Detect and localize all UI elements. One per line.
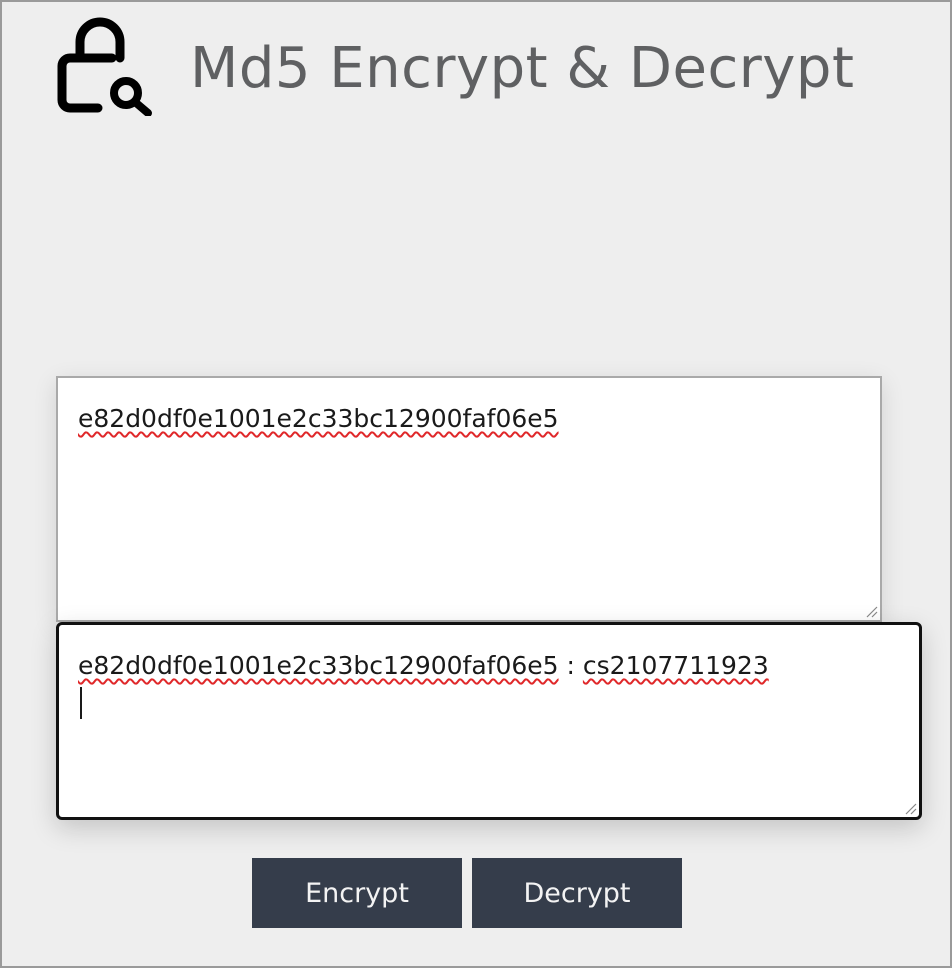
input-textarea[interactable]: e82d0df0e1001e2c33bc12900faf06e5 (56, 376, 882, 622)
decrypt-button[interactable]: Decrypt (472, 858, 682, 928)
md5-page: Md5 Encrypt & Decrypt e82d0df0e1001e2c33… (2, 2, 950, 966)
output-textarea[interactable]: e82d0df0e1001e2c33bc12900faf06e5 : cs210… (56, 622, 922, 820)
output-plaintext: cs2107711923 (582, 651, 769, 680)
output-hash: e82d0df0e1001e2c33bc12900faf06e5 (78, 651, 559, 680)
lock-search-icon (57, 17, 152, 116)
resize-handle-icon[interactable] (864, 604, 878, 618)
output-separator: : (558, 651, 583, 680)
resize-handle-icon[interactable] (903, 801, 917, 815)
page-header (54, 16, 154, 116)
input-text: e82d0df0e1001e2c33bc12900faf06e5 (78, 404, 559, 433)
page-title: Md5 Encrypt & Decrypt (190, 36, 855, 101)
text-cursor (80, 687, 82, 719)
encrypt-button[interactable]: Encrypt (252, 858, 462, 928)
action-buttons: Encrypt Decrypt (252, 858, 682, 928)
